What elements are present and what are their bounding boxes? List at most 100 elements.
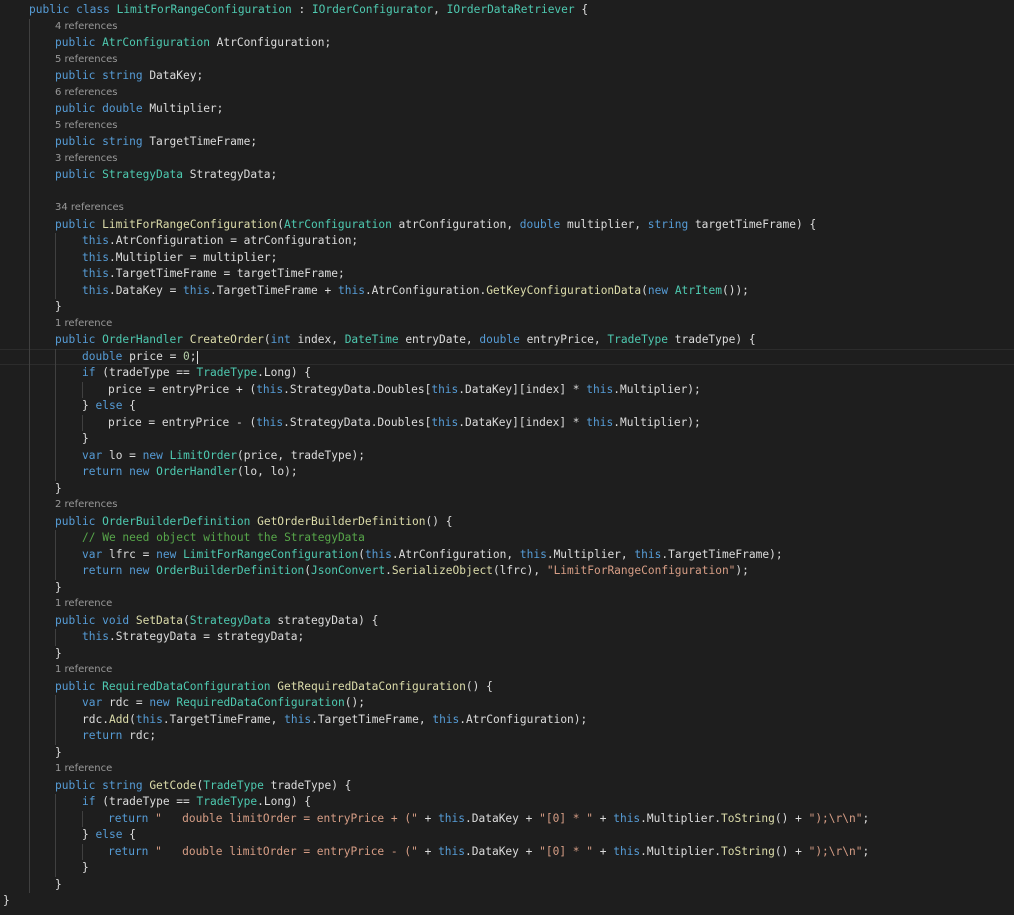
indent-guide [55,233,56,250]
code-line: this.Multiplier = multiplier; [0,249,1014,266]
code-token: ; [862,844,870,858]
indent-guide [29,381,30,398]
code-token: CreateOrder [189,333,264,346]
indent-guide [55,348,56,365]
code-token: Multiplier; [149,102,224,115]
reference-count[interactable]: 6 references [55,87,118,98]
indent-guide [55,398,56,415]
indent-guide [55,794,56,811]
codelens-references[interactable]: 2 references [0,497,1014,514]
codelens-references[interactable]: 34 references [0,200,1014,217]
indent-guide [55,860,56,877]
code-token: .DataKey][index] * [458,415,587,429]
codelens-references[interactable]: 1 reference [0,596,1014,613]
code-line: } [0,431,1014,448]
code-token: return [82,729,130,742]
codelens-references[interactable]: 4 references [0,18,1014,35]
code-token: if [82,795,103,808]
code-token: { [122,828,136,841]
codelens-references[interactable]: 1 reference [0,662,1014,679]
code-line: var lfrc = new LimitForRangeConfiguratio… [0,546,1014,563]
code-token: OrderHandler [102,333,183,346]
code-line: } [0,579,1014,596]
code-token: string [102,778,150,792]
code-line: var lo = new LimitOrder(price, tradeType… [0,447,1014,464]
code-token: double [82,349,130,363]
indent-guide [82,381,83,398]
code-token: () + [774,811,809,825]
code-token: DataKey; [149,69,204,82]
code-line: return rdc; [0,728,1014,745]
indent-guide [29,579,30,596]
code-line: var rdc = new RequiredDataConfiguration(… [0,695,1014,712]
reference-count[interactable]: 1 reference [55,318,112,329]
code-token: .AtrConfiguration = atrConfiguration; [108,234,359,247]
code-token: this [135,712,163,726]
reference-count[interactable]: 1 reference [55,763,112,774]
code-line: return " double limitOrder = entryPrice … [0,843,1014,860]
indent-guide [29,777,30,794]
code-line: this.StrategyData = strategyData; [0,629,1014,646]
code-token: this [634,547,662,561]
code-token: , [433,3,447,16]
indent-guide [55,728,56,745]
code-line: price = entryPrice - (this.StrategyData.… [0,414,1014,431]
indent-guide [29,398,30,415]
code-token: } [55,580,62,594]
code-token: tradeType) { [668,333,756,346]
code-token: .DataKey = [108,283,184,297]
code-token: string [102,69,150,82]
code-token: GetCode [149,778,197,792]
code-token: (lfrc), [492,564,547,577]
indent-guide [29,150,30,167]
code-token: this [256,382,284,396]
code-token: var [82,696,109,709]
code-token: TradeType [607,333,669,346]
code-token: SetData [135,613,183,627]
reference-count[interactable]: 2 references [55,499,118,510]
code-token: rdc. [82,712,109,726]
reference-count[interactable]: 3 references [55,153,118,164]
codelens-references[interactable]: 1 reference [0,315,1014,332]
code-token: .TargetTimeFrame + [210,283,338,297]
code-token: " double limitOrder = entryPrice + (" [155,811,418,825]
code-editor[interactable]: public class LimitForRangeConfiguration … [0,2,1014,915]
code-token: Add [108,712,130,726]
reference-count[interactable]: 1 reference [55,664,112,675]
indent-guide [29,860,30,877]
indent-guide [29,299,30,316]
indent-guide [55,546,56,563]
code-token: "LimitForRangeConfiguration" [546,564,736,577]
codelens-references[interactable]: 5 references [0,51,1014,68]
indent-guide [29,497,30,514]
reference-count[interactable]: 4 references [55,21,118,32]
code-token: tradeType) { [263,778,352,792]
code-line: this.AtrConfiguration = atrConfiguration… [0,233,1014,250]
codelens-references[interactable]: 5 references [0,117,1014,134]
indent-guide [55,414,56,431]
code-token: () { [425,514,453,528]
code-token: .Multiplier. [640,811,721,825]
codelens-references[interactable]: 3 references [0,150,1014,167]
code-token: this [586,382,614,396]
code-token: AtrConfiguration [102,36,210,49]
code-token: IOrderDataRetriever [446,3,575,16]
reference-count[interactable]: 34 references [55,202,124,213]
code-token: ( [358,547,365,561]
indent-guide [55,563,56,580]
codelens-references[interactable]: 6 references [0,84,1014,101]
reference-count[interactable]: 5 references [55,54,118,65]
code-token: ");\r\n" [808,844,863,858]
code-token: this [613,844,641,858]
reference-count[interactable]: 5 references [55,120,118,131]
code-token: DateTime [344,333,399,346]
codelens-references[interactable]: 1 reference [0,761,1014,778]
indent-guide [29,827,30,844]
code-line: public LimitForRangeConfiguration(AtrCon… [0,216,1014,233]
indent-guide [29,101,30,118]
indent-guide [29,332,30,349]
indent-guide [29,233,30,250]
reference-count[interactable]: 1 reference [55,598,112,609]
indent-guide [29,678,30,695]
indent-guide [29,68,30,85]
